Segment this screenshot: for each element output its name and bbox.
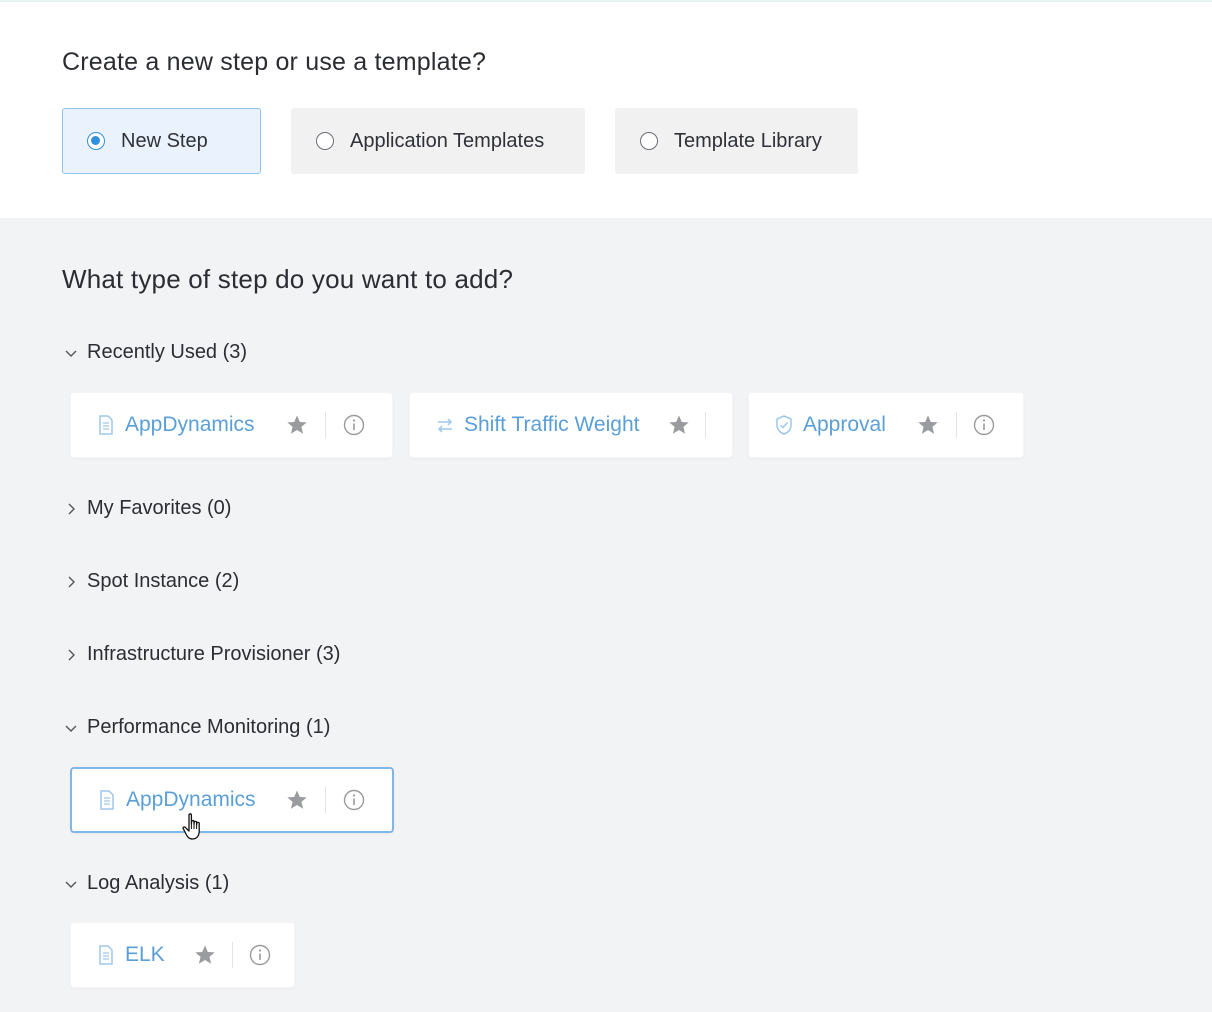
star-icon[interactable]: [285, 413, 309, 437]
step-card-shift-traffic-weight[interactable]: Shift Traffic Weight: [409, 392, 733, 458]
option-label: New Step: [121, 129, 208, 152]
document-icon: [99, 945, 113, 965]
step-card-name: AppDynamics: [125, 413, 255, 436]
step-card-name: Shift Traffic Weight: [464, 413, 640, 436]
star-icon[interactable]: [285, 788, 309, 812]
section-recently-used[interactable]: Recently Used (3): [62, 341, 247, 364]
section-infrastructure-provisioner[interactable]: Infrastructure Provisioner (3): [62, 643, 340, 666]
info-icon[interactable]: [342, 788, 366, 812]
step-source-panel: Create a new step or use a template? New…: [0, 2, 1212, 218]
option-application-templates[interactable]: Application Templates: [291, 108, 585, 174]
star-icon[interactable]: [916, 413, 940, 437]
section-label: Log Analysis (1): [87, 872, 230, 894]
step-card-name: Approval: [803, 413, 886, 436]
swap-arrows-icon: [437, 418, 453, 433]
info-icon[interactable]: [248, 943, 272, 967]
chevron-right-icon: [68, 503, 75, 514]
info-icon[interactable]: [342, 413, 366, 437]
section-label: Recently Used (3): [87, 341, 248, 363]
step-card-approval[interactable]: Approval: [748, 392, 1024, 458]
star-icon[interactable]: [667, 413, 691, 437]
option-label: Template Library: [674, 129, 822, 152]
chevron-down-icon: [65, 881, 77, 888]
chevron-down-icon: [65, 725, 77, 732]
section-label: Spot Instance (2): [87, 570, 240, 592]
divider: [955, 412, 957, 438]
step-type-question: What type of step do you want to add?: [62, 264, 514, 294]
section-performance-monitoring[interactable]: Performance Monitoring (1): [62, 716, 330, 739]
option-label: Application Templates: [350, 129, 545, 152]
info-icon[interactable]: [972, 413, 996, 437]
section-label: Infrastructure Provisioner (3): [87, 643, 341, 665]
chevron-right-icon: [68, 576, 75, 587]
shield-check-icon: [776, 415, 792, 435]
document-icon: [100, 790, 114, 810]
section-label: Performance Monitoring (1): [87, 716, 331, 738]
chevron-right-icon: [68, 649, 75, 660]
step-card-elk[interactable]: ELK: [70, 922, 295, 988]
step-card-appdynamics-performance[interactable]: AppDynamics: [70, 767, 394, 833]
star-icon[interactable]: [193, 943, 217, 967]
step-card-appdynamics[interactable]: AppDynamics: [70, 392, 393, 458]
divider: [324, 787, 326, 813]
hand-pointer-cursor-icon: [182, 813, 200, 840]
step-card-name: AppDynamics: [126, 788, 256, 811]
option-template-library[interactable]: Template Library: [615, 108, 858, 174]
option-new-step[interactable]: New Step: [62, 108, 261, 174]
step-source-question: Create a new step or use a template?: [62, 48, 487, 76]
chevron-down-icon: [65, 350, 77, 357]
section-log-analysis[interactable]: Log Analysis (1): [62, 872, 229, 895]
section-my-favorites[interactable]: My Favorites (0): [62, 497, 231, 520]
divider: [324, 412, 326, 438]
step-card-name: ELK: [125, 943, 165, 966]
radio-icon[interactable]: [316, 132, 334, 150]
divider: [231, 942, 233, 968]
radio-icon[interactable]: [640, 132, 658, 150]
section-label: My Favorites (0): [87, 497, 232, 519]
section-spot-instance[interactable]: Spot Instance (2): [62, 570, 239, 593]
document-icon: [99, 415, 113, 435]
radio-selected-icon[interactable]: [87, 132, 105, 150]
divider: [705, 412, 707, 438]
